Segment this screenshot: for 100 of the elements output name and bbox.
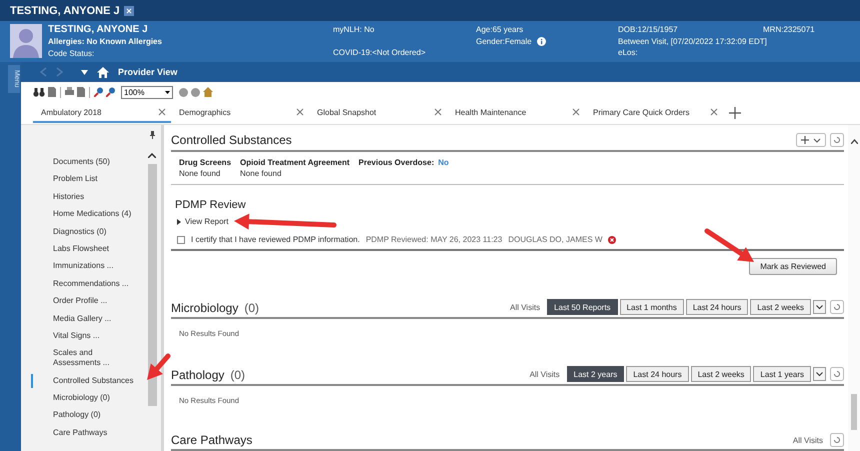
arrow-icon — [146, 353, 171, 383]
info-icon[interactable] — [536, 36, 546, 46]
section-title: Care Pathways — [171, 433, 252, 447]
field-label: Previous Overdose: — [358, 157, 434, 168]
field-value: None found — [240, 168, 282, 179]
refresh-icon[interactable] — [830, 300, 844, 314]
field-label: Opioid Treatment Agreement — [240, 157, 350, 168]
arrow-icon — [233, 213, 337, 231]
sidebar-item[interactable]: Immunizations ... — [31, 259, 135, 274]
tab[interactable]: Demographics — [171, 103, 309, 123]
filter-button[interactable]: Last 1 years — [753, 366, 811, 382]
sidebar-item[interactable]: Diagnostics (0) — [31, 224, 135, 239]
sidebar-item[interactable]: Care Pathways — [31, 426, 135, 440]
scroll-up-icon[interactable] — [850, 139, 858, 144]
pin-icon[interactable] — [150, 131, 154, 139]
field-label: Drug Screens — [179, 157, 232, 168]
scroll-up-icon[interactable] — [148, 153, 156, 158]
sidebar-item[interactable]: Labs Flowsheet — [31, 242, 135, 256]
field-value: None found — [179, 168, 222, 179]
sidebar-item[interactable]: Documents (50) — [31, 155, 135, 169]
sidebar-item[interactable]: Microbiology (0) — [31, 391, 135, 406]
zoom-in-icon[interactable] — [94, 87, 103, 97]
field-value: No — [438, 157, 449, 168]
sidebar-item[interactable]: Recommendations ... — [31, 276, 135, 291]
elos: eLos: — [618, 47, 638, 58]
scrollbar-thumb[interactable] — [851, 394, 857, 430]
document-icon[interactable] — [77, 87, 85, 97]
remove-icon[interactable] — [608, 236, 616, 244]
filter-button[interactable]: Last 1 months — [620, 299, 684, 315]
result-count: (0) — [230, 368, 246, 382]
checkbox[interactable] — [177, 236, 185, 244]
section-title: Microbiology — [171, 301, 238, 315]
zoom-select[interactable]: 100% — [121, 86, 173, 98]
filter-button[interactable]: Last 2 weeks — [690, 366, 752, 382]
refresh-icon[interactable] — [830, 133, 844, 147]
covid-status: COVID-19:<Not Ordered> — [333, 47, 426, 58]
home-icon[interactable] — [203, 87, 213, 97]
section-title: Controlled Substances — [171, 133, 292, 147]
close-icon[interactable] — [434, 108, 442, 116]
reviewer-name: DOUGLAS DO, JAMES W — [508, 235, 602, 244]
patient-name: TESTING, ANYONE J — [48, 24, 148, 36]
visit-scope: All Visits — [530, 370, 560, 378]
home-icon[interactable] — [97, 66, 109, 78]
mynlh-status: myNLH: No — [333, 24, 374, 36]
filter-button[interactable]: Last 24 hours — [626, 366, 689, 382]
mrn: MRN:2325071 — [763, 24, 815, 36]
close-icon[interactable] — [710, 108, 718, 116]
caret-icon — [165, 90, 170, 94]
sidebar-item[interactable]: Pathology (0) — [31, 408, 135, 422]
section-subtitle: PDMP Review — [174, 199, 247, 211]
visit-scope: All Visits — [792, 436, 823, 444]
circle-icon[interactable] — [179, 88, 188, 96]
sidebar-item[interactable]: Order Profile ... — [31, 294, 135, 308]
print-icon[interactable] — [65, 87, 74, 97]
close-icon[interactable] — [158, 108, 166, 116]
section-title: Pathology — [171, 368, 224, 382]
sidebar-item[interactable]: Problem List — [31, 172, 135, 186]
tab[interactable]: Health Maintenance — [447, 103, 585, 123]
avatar-icon — [10, 24, 42, 58]
close-icon[interactable] — [124, 6, 134, 16]
binoculars-icon[interactable] — [33, 87, 45, 97]
mark-reviewed-button[interactable]: Mark as Reviewed — [749, 258, 837, 275]
dropdown-icon[interactable] — [813, 367, 826, 381]
document-icon[interactable] — [48, 87, 56, 97]
result-count: (0) — [244, 301, 260, 315]
tab[interactable]: Global Snapshot — [309, 103, 447, 123]
sidebar-item[interactable]: Home Medications (4) — [31, 207, 135, 222]
checkbox-label: I certify that I have reviewed PDMP information. — [191, 235, 360, 244]
tab[interactable]: Ambulatory 2018 — [33, 103, 171, 123]
dropdown-icon[interactable] — [813, 300, 826, 314]
visit-info: Between Visit, [07/20/2022 17:32:09 EDT] — [618, 36, 767, 47]
add-tab-icon[interactable] — [729, 107, 741, 119]
filter-button[interactable]: Last 24 hours — [686, 299, 748, 315]
scrollbar-thumb[interactable] — [148, 164, 156, 406]
dob: DOB:12/15/1957 — [618, 24, 678, 36]
view-title: Provider View — [118, 67, 178, 77]
expand-icon — [177, 218, 181, 224]
sidebar-item[interactable]: Media Gallery ... — [31, 312, 135, 326]
tab[interactable]: Primary Care Quick Orders — [585, 103, 723, 123]
visit-scope: All Visits — [510, 302, 540, 312]
gender: Gender:Female — [476, 36, 532, 47]
refresh-icon[interactable] — [830, 367, 844, 381]
add-menu-icon[interactable] — [796, 133, 826, 147]
code-status: Code Status: — [48, 48, 94, 59]
refresh-icon[interactable] — [830, 433, 844, 447]
sidebar-item[interactable]: Vital Signs ... — [31, 328, 135, 343]
circle-icon[interactable] — [191, 88, 200, 96]
view-report-link[interactable]: View Report — [171, 217, 228, 226]
close-icon[interactable] — [296, 108, 304, 116]
close-icon[interactable] — [572, 108, 580, 116]
sidebar-item[interactable]: Controlled Substances — [31, 374, 135, 388]
zoom-out-icon[interactable] — [106, 87, 115, 97]
dropdown-icon[interactable] — [81, 70, 88, 74]
review-info: PDMP Reviewed: MAY 26, 2023 11:23 — [366, 235, 502, 244]
sidebar-item[interactable]: Histories — [31, 190, 135, 204]
arrow-icon — [704, 228, 756, 264]
sidebar-item[interactable]: Scales and Assessments ... — [31, 346, 135, 370]
filter-button[interactable]: Last 2 years — [566, 366, 624, 382]
filter-button[interactable]: Last 50 Reports — [547, 299, 618, 315]
filter-button[interactable]: Last 2 weeks — [750, 299, 811, 315]
